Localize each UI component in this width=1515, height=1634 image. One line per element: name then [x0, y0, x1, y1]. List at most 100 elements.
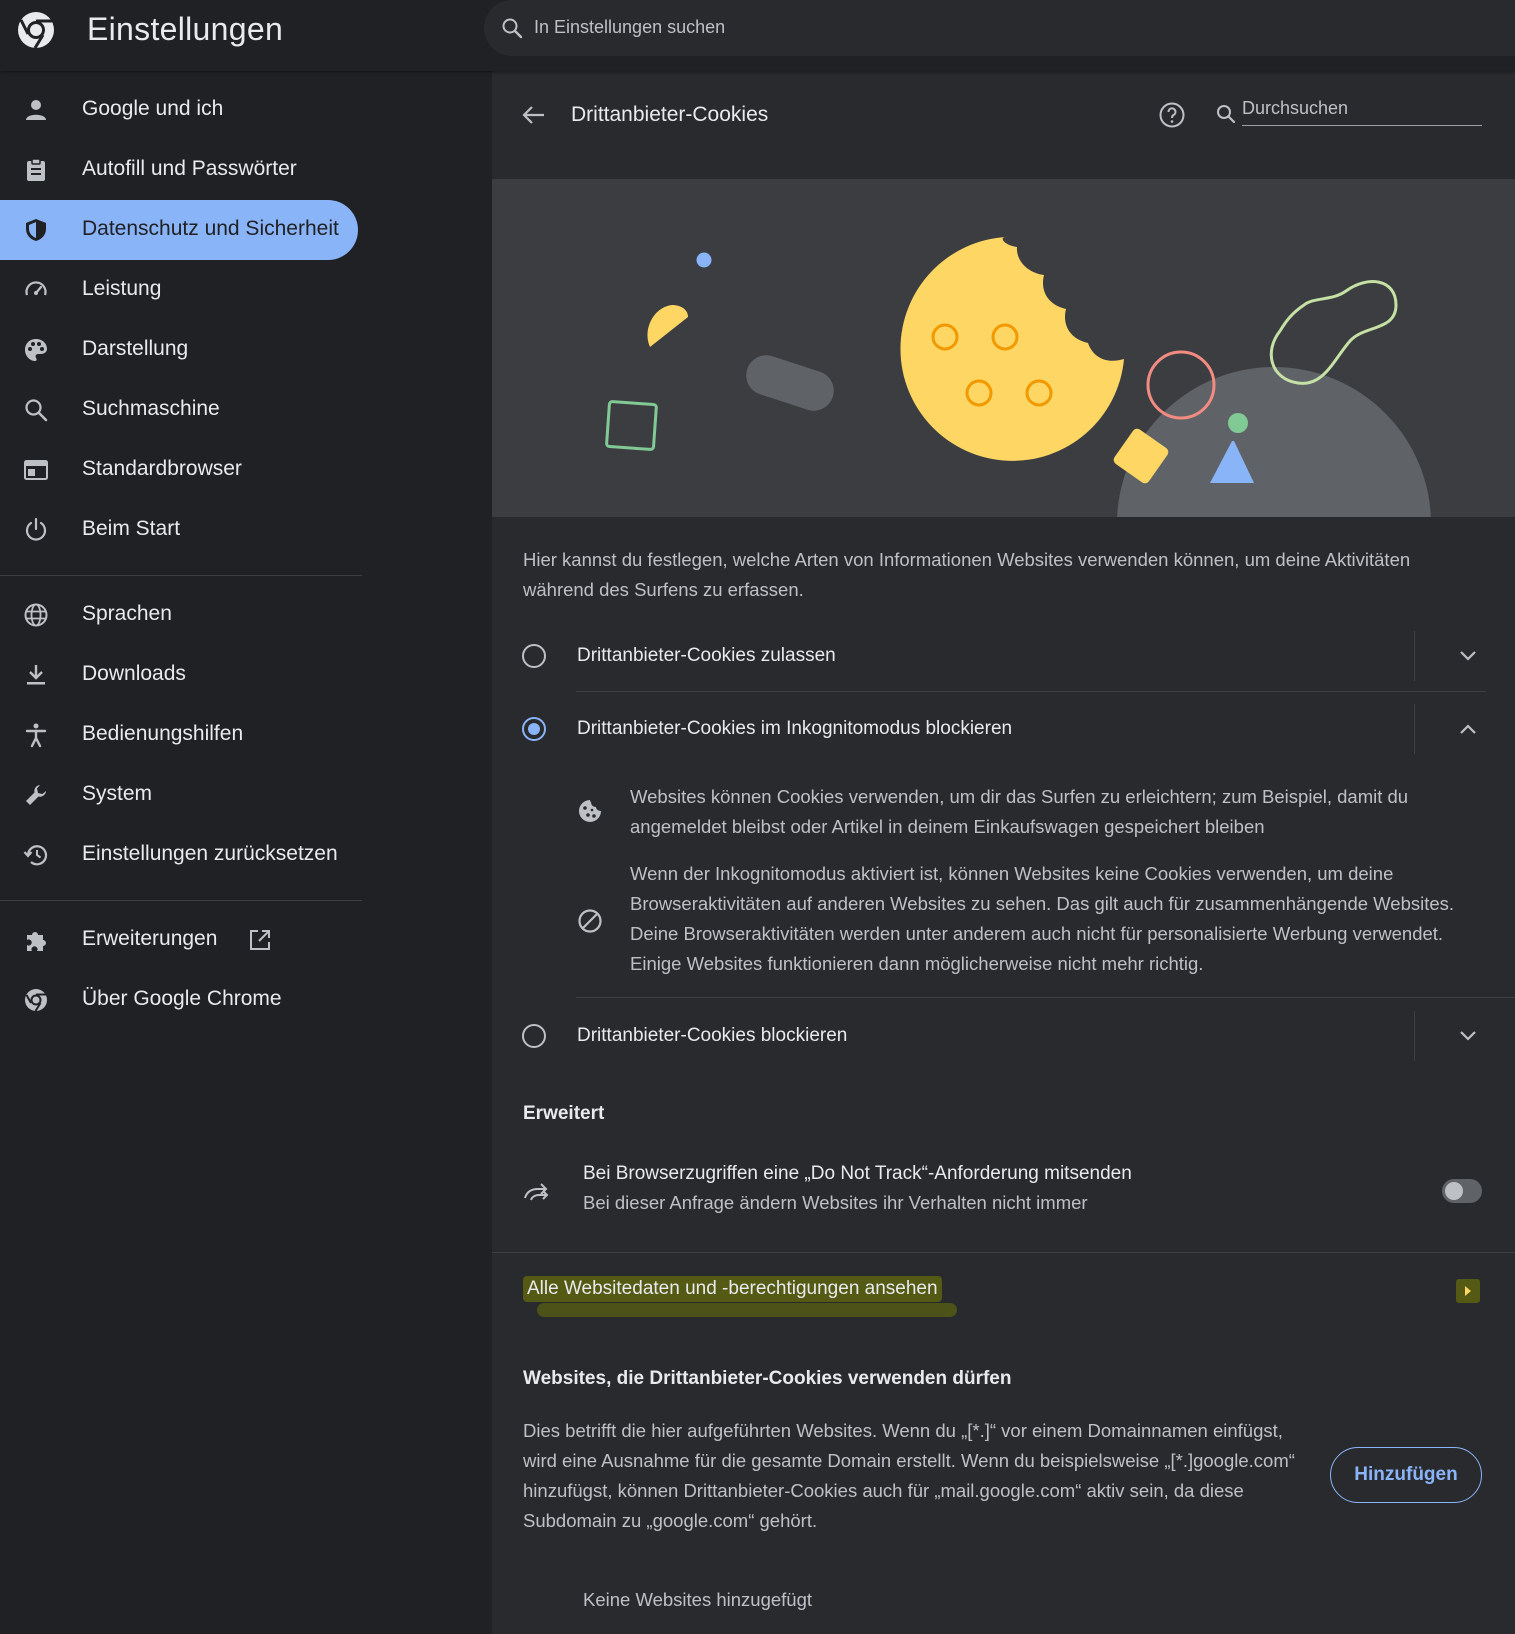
person-icon: [26, 100, 46, 120]
radio-allow[interactable]: [522, 644, 546, 668]
arrow-right-icon[interactable]: [1456, 1279, 1480, 1303]
speedometer-icon: [25, 281, 47, 296]
sidebar-item-label: Darstellung: [82, 337, 189, 360]
divider: [576, 691, 1486, 692]
page-search-placeholder: Durchsuchen: [1242, 98, 1349, 118]
dnt-title: Bei Browserzugriffen eine „Do Not Track“…: [583, 1163, 1132, 1184]
clipboard-icon: [27, 158, 45, 181]
option-allow-third-party[interactable]: Drittanbieter-Cookies zulassen: [492, 621, 1515, 691]
block-icon: [578, 909, 602, 933]
intro-text: Hier kannst du festlegen, welche Arten v…: [523, 549, 1411, 600]
row-divider: [1414, 704, 1415, 754]
cookie-illustration: [492, 179, 1515, 517]
settings-search-input[interactable]: In Einstellungen suchen: [484, 0, 1515, 56]
globe-icon: [24, 603, 48, 627]
highlighter-stroke: [537, 1303, 957, 1317]
option-label: Drittanbieter-Cookies blockieren: [577, 1025, 848, 1046]
chevron-down-icon[interactable]: [1455, 643, 1481, 669]
chevron-up-icon[interactable]: [1455, 716, 1481, 742]
palette-icon: [25, 339, 47, 361]
accessibility-icon: [25, 723, 47, 748]
radio-block[interactable]: [522, 1024, 546, 1048]
sidebar-item-bedienungshilfen[interactable]: Bedienungshilfen: [0, 705, 358, 765]
empty-list-text: Keine Websites hinzugefügt: [583, 1589, 813, 1610]
sidebar-item-label: Beim Start: [82, 517, 181, 540]
sidebar-item-label: Google und ich: [82, 97, 224, 120]
search-icon: [25, 399, 48, 422]
sidebar-item-datenschutz[interactable]: Datenschutz und Sicherheit: [0, 200, 358, 260]
row-divider: [1414, 631, 1415, 681]
detail-text: Websites können Cookies verwenden, um di…: [630, 786, 1409, 837]
sidebar-divider: [0, 900, 362, 901]
option-block-third-party[interactable]: Drittanbieter-Cookies blockieren: [492, 1001, 1515, 1071]
chrome-logo-icon: [18, 12, 54, 49]
download-icon: [27, 665, 45, 685]
sidebar-divider: [0, 575, 362, 576]
sidebar-item-ueber-chrome[interactable]: Über Google Chrome: [0, 970, 358, 1030]
chevron-down-icon[interactable]: [1455, 1023, 1481, 1049]
sidebar-item-leistung[interactable]: Leistung: [0, 260, 358, 320]
search-icon: [502, 18, 523, 39]
allowed-sites-heading: Websites, die Drittanbieter-Cookies verw…: [523, 1368, 1012, 1389]
sidebar-item-label: System: [82, 782, 153, 805]
settings-search-placeholder: In Einstellungen suchen: [534, 17, 726, 37]
sidebar-item-label: Leistung: [82, 277, 162, 300]
sidebar-item-sprachen[interactable]: Sprachen: [0, 585, 358, 645]
main-content: Drittanbieter-Cookies Durchsuchen Hier k…: [492, 71, 1515, 1634]
search-icon: [1217, 105, 1236, 124]
chrome-icon: [25, 989, 47, 1012]
sidebar-item-standardbrowser[interactable]: Standardbrowser: [0, 440, 358, 500]
advanced-heading: Erweitert: [523, 1103, 605, 1124]
page-title: Drittanbieter-Cookies: [571, 103, 769, 126]
option-label: Drittanbieter-Cookies im Inkognitomodus …: [577, 718, 1013, 739]
puzzle-icon: [27, 932, 46, 951]
app-title: Einstellungen: [87, 11, 284, 47]
help-icon[interactable]: [1157, 100, 1187, 130]
dnt-toggle[interactable]: [1442, 1179, 1482, 1203]
sidebar-item-label: Standardbrowser: [82, 457, 242, 480]
sidebar-item-beim-start[interactable]: Beim Start: [0, 500, 358, 560]
shield-icon: [26, 219, 46, 241]
back-arrow-icon[interactable]: [520, 101, 548, 129]
sidebar-item-label: Sprachen: [82, 602, 172, 625]
sidebar-item-darstellung[interactable]: Darstellung: [0, 320, 358, 380]
open-in-new-icon: [250, 930, 270, 950]
divider: [576, 997, 1515, 998]
sidebar-item-label: Suchmaschine: [82, 397, 220, 420]
sidebar-item-label: Bedienungshilfen: [82, 722, 244, 745]
all-site-data-link[interactable]: Alle Websitedaten und -berechtigungen an…: [523, 1276, 942, 1302]
sidebar-item-system[interactable]: System: [0, 765, 358, 825]
sidebar-item-zuruecksetzen[interactable]: Einstellungen zurücksetzen: [0, 825, 358, 885]
sidebar-item-label: Über Google Chrome: [82, 987, 282, 1010]
browser-window-icon: [24, 460, 48, 480]
add-site-button[interactable]: Hinzufügen: [1330, 1447, 1482, 1503]
sidebar-item-label: Downloads: [82, 662, 186, 685]
sidebar-item-label: Erweiterungen: [82, 927, 218, 950]
cookie-icon: [579, 800, 601, 822]
sidebar-item-label: Autofill und Passwörter: [82, 157, 297, 180]
sidebar-item-label: Datenschutz und Sicherheit: [82, 217, 339, 240]
dnt-subtitle: Bei dieser Anfrage ändern Websites ihr V…: [583, 1192, 1088, 1213]
row-divider: [1414, 1011, 1415, 1061]
wrench-icon: [26, 785, 46, 805]
option-label: Drittanbieter-Cookies zulassen: [577, 645, 836, 666]
restore-icon: [23, 845, 48, 866]
allowed-sites-description: Dies betrifft die hier aufgeführten Webs…: [523, 1420, 1295, 1531]
top-bar: Einstellungen In Einstellungen suchen: [0, 0, 1515, 71]
do-not-track-icon: [524, 1183, 549, 1201]
sidebar-item-erweiterungen[interactable]: Erweiterungen: [0, 910, 358, 970]
page-search-input[interactable]: Durchsuchen: [1242, 96, 1482, 126]
power-icon: [25, 517, 47, 541]
subpage-header: Drittanbieter-Cookies Durchsuchen: [492, 71, 1515, 179]
sidebar-item-downloads[interactable]: Downloads: [0, 645, 358, 705]
detail-text: Wenn der Inkognitomodus aktiviert ist, k…: [630, 863, 1455, 974]
option-block-incognito[interactable]: Drittanbieter-Cookies im Inkognitomodus …: [492, 694, 1515, 764]
sidebar-item-google-und-ich[interactable]: Google und ich: [0, 80, 358, 140]
radio-block-incognito[interactable]: [522, 717, 546, 741]
divider: [492, 1252, 1515, 1253]
sidebar-item-autofill[interactable]: Autofill und Passwörter: [0, 140, 358, 200]
sidebar: Google und ich Autofill und Passwörter D…: [0, 71, 491, 1634]
sidebar-item-label: Einstellungen zurücksetzen: [82, 842, 338, 865]
cookie-illustration-graphic: [605, 237, 1431, 517]
sidebar-item-suchmaschine[interactable]: Suchmaschine: [0, 380, 358, 440]
